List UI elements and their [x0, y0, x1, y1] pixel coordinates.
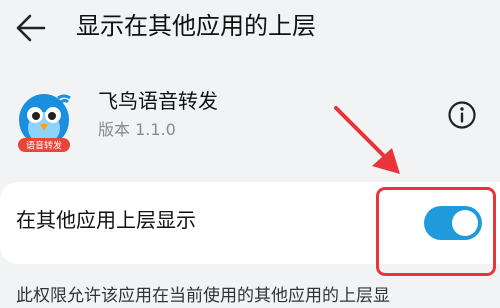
app-info: 语音转发 飞鸟语音转发 版本 1.1.0 — [0, 80, 500, 160]
red-arrow-annotation — [334, 106, 400, 174]
permission-description: 此权限允许该应用在当前使用的其他应用的上层显 — [16, 286, 390, 306]
page-title: 显示在其他应用的上层 — [76, 12, 316, 40]
back-arrow-icon — [16, 14, 46, 42]
app-icon-badge-text: 语音转发 — [26, 140, 62, 152]
bird-app-icon: 语音转发 — [18, 94, 71, 152]
setting-label: 在其他应用上层显示 — [16, 208, 196, 232]
app-icon: 语音转发 — [14, 90, 74, 154]
info-button[interactable] — [447, 100, 477, 130]
highlight-box — [376, 187, 496, 276]
back-button[interactable] — [8, 6, 52, 50]
app-name: 飞鸟语音转发 — [98, 89, 218, 113]
app-version: 版本 1.1.0 — [98, 120, 176, 139]
top-bar: 显示在其他应用的上层 — [0, 0, 500, 62]
info-icon — [448, 101, 476, 129]
